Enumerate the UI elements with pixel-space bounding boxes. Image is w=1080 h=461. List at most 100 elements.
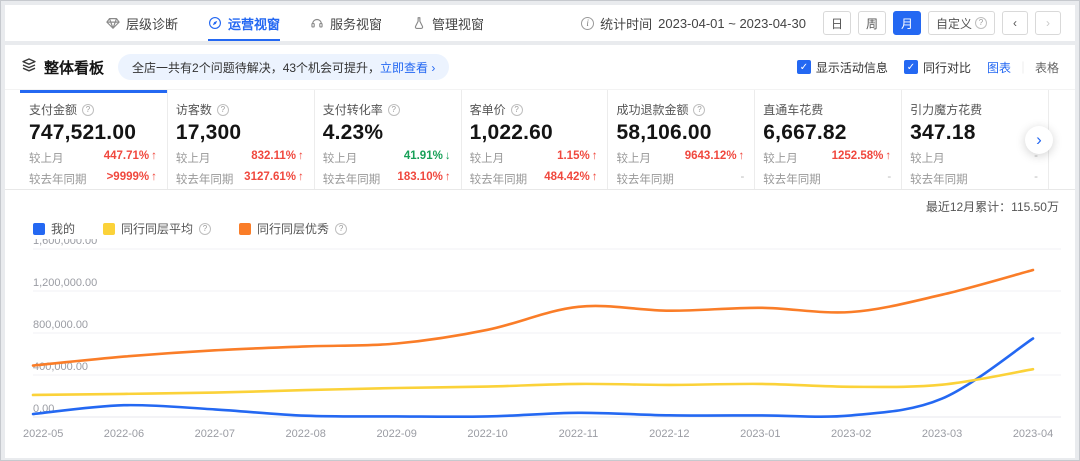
x-axis-label: 2022-08 xyxy=(286,428,326,440)
help-icon: ? xyxy=(388,104,400,116)
legend-label: 同行同层优秀 xyxy=(257,220,329,237)
legend-item-同行同层平均[interactable]: 同行同层平均? xyxy=(103,220,211,237)
yoy-row: 较去年同期- xyxy=(616,171,744,187)
compare-value: 447.71%↑ xyxy=(104,150,157,166)
board-header: 整体看板 全店一共有2个问题待解决，43个机会可提升， 立即查看 › ✓ 显示活… xyxy=(5,45,1075,90)
x-axis-label: 2023-04 xyxy=(1013,428,1053,440)
range-button-月[interactable]: 月 xyxy=(893,11,921,35)
up-arrow-icon: ↑ xyxy=(445,171,451,183)
metric-title-wrap: 成功退款金额? xyxy=(616,101,744,118)
mom-row: 较上月 447.71%↑ xyxy=(29,150,157,166)
legend-swatch-icon xyxy=(103,223,115,235)
compare-label: 较上月 xyxy=(910,150,945,166)
tab-管理视窗[interactable]: 管理视窗 xyxy=(412,5,484,41)
prev-period-button[interactable]: ‹ xyxy=(1002,11,1028,35)
up-arrow-icon: ↑ xyxy=(151,150,157,162)
tab-label: 运营视窗 xyxy=(228,14,280,33)
compare-label: 较上月 xyxy=(616,150,651,166)
metric-card-客单价[interactable]: 客单价? 1,022.60 较上月1.15%↑ 较去年同期484.42%↑ xyxy=(462,90,609,189)
metric-card-访客数[interactable]: 访客数?17,300较上月832.11%↑较去年同期3127.61%↑ xyxy=(168,90,315,189)
up-arrow-icon: ↑ xyxy=(739,150,745,162)
help-icon: ? xyxy=(335,223,347,235)
trend-line-chart[interactable]: 0.00400,000.00800,000.001,200,000.001,60… xyxy=(21,239,1061,453)
metric-title-wrap: 直通车花费 xyxy=(763,101,891,118)
x-axis-label: 2022-12 xyxy=(649,428,689,440)
yoy-row: 较去年同期484.42%↑ xyxy=(470,171,598,187)
stat-time-label-wrap: i 统计时间 2023-04-01 ~ 2023-04-30 xyxy=(581,14,806,33)
series-line-我的 xyxy=(33,339,1033,417)
x-axis-label: 2022-11 xyxy=(559,428,599,440)
metric-value: 1,022.60 xyxy=(470,121,598,145)
metric-title: 支付金额 xyxy=(29,101,77,118)
notice-view-now-link[interactable]: 立即查看 › xyxy=(380,59,435,76)
y-axis-label: 800,000.00 xyxy=(33,319,88,331)
compare-value: 183.10%↑ xyxy=(397,171,450,187)
metric-title: 直通车花费 xyxy=(763,101,823,118)
compare-value: 484.42%↑ xyxy=(544,171,597,187)
tab-运营视窗[interactable]: 运营视窗 xyxy=(208,5,280,41)
range-buttons: 日周 月自定义? xyxy=(823,11,995,35)
help-icon: ? xyxy=(199,223,211,235)
x-axis-label: 2022-06 xyxy=(104,428,144,440)
notice-pill: 全店一共有2个问题待解决，43个机会可提升， 立即查看 › xyxy=(118,54,449,80)
stat-time-group: i 统计时间 2023-04-01 ~ 2023-04-30 日周 月自定义? ‹… xyxy=(581,11,1061,35)
mom-row: 较上月- xyxy=(910,150,1038,166)
metric-card-支付金额[interactable]: 支付金额?747,521.00较上月447.71%↑较去年同期>9999%↑ xyxy=(21,90,168,189)
board-title-wrap: 整体看板 xyxy=(21,57,104,78)
view-tabs: 层级诊断 运营视窗 服务视窗 管理视窗 xyxy=(106,5,514,41)
chart-view-button[interactable]: 图表 xyxy=(987,59,1011,76)
range-button-周[interactable]: 周 xyxy=(858,11,886,35)
layers-icon xyxy=(21,57,37,77)
compare-label: 较去年同期 xyxy=(176,171,234,187)
range-button-日[interactable]: 日 xyxy=(823,11,851,35)
cards-next-button[interactable]: › xyxy=(1025,126,1053,154)
series-line-同行同层优秀 xyxy=(33,270,1033,366)
mom-row: 较上月1.15%↑ xyxy=(470,150,598,166)
checkbox-checked-icon: ✓ xyxy=(797,60,811,74)
compare-label: 较上月 xyxy=(29,150,64,166)
legend-item-同行同层优秀[interactable]: 同行同层优秀? xyxy=(239,220,347,237)
peer-compare-label: 同行对比 xyxy=(923,59,971,76)
compare-value: 832.11%↑ xyxy=(251,150,304,166)
x-axis-label: 2022-10 xyxy=(467,428,507,440)
top-navigation-bar: 层级诊断 运营视窗 服务视窗 管理视窗 i 统计时间 2023-04-01 ~ 202… xyxy=(5,5,1075,41)
x-axis-label: 2022-07 xyxy=(195,428,235,440)
metric-value: 58,106.00 xyxy=(616,121,744,145)
tab-层级诊断[interactable]: 层级诊断 xyxy=(106,5,178,41)
peer-compare-checkbox[interactable]: ✓ 同行对比 xyxy=(904,59,971,76)
board-header-controls: ✓ 显示活动信息 ✓ 同行对比 图表 ｜ 表格 xyxy=(797,59,1059,76)
compare-value: 3127.61%↑ xyxy=(244,171,304,187)
compare-label: 较上月 xyxy=(323,150,358,166)
metric-card-成功退款金额[interactable]: 成功退款金额?58,106.00较上月9643.12%↑较去年同期- xyxy=(608,90,755,189)
tab-label: 管理视窗 xyxy=(432,14,484,33)
compare-value: 41.91%↓ xyxy=(404,150,451,166)
cumulative-label: 最近12月累计： xyxy=(926,200,1011,214)
metric-cards-row: 支付金额?747,521.00较上月447.71%↑较去年同期>9999%↑访客… xyxy=(5,90,1075,190)
metric-title-wrap: 客单价? xyxy=(470,101,598,118)
help-icon: ? xyxy=(217,104,229,116)
legend-label: 我的 xyxy=(51,220,75,237)
next-period-button[interactable]: › xyxy=(1035,11,1061,35)
metric-title-wrap: 引力魔方花费 xyxy=(910,101,1038,118)
metric-card-支付转化率[interactable]: 支付转化率?4.23%较上月41.91%↓较去年同期183.10%↑ xyxy=(315,90,462,189)
compare-value: - xyxy=(740,171,744,187)
cumulative-summary: 最近12月累计：115.50万 xyxy=(21,198,1059,214)
yoy-row: 较去年同期- xyxy=(910,171,1038,187)
range-button-自定义[interactable]: 自定义? xyxy=(928,11,995,35)
cumulative-value: 115.50万 xyxy=(1011,200,1059,214)
metric-card-直通车花费[interactable]: 直通车花费6,667.82较上月1252.58%↑较去年同期- xyxy=(755,90,902,189)
help-icon: ? xyxy=(975,17,987,29)
range-button-label: 月 xyxy=(901,15,913,32)
compass-icon xyxy=(208,16,222,30)
headset-icon xyxy=(310,16,324,30)
table-view-button[interactable]: 表格 xyxy=(1035,59,1059,76)
x-axis-label: 2023-02 xyxy=(831,428,871,440)
tab-label: 服务视窗 xyxy=(330,14,382,33)
tab-服务视窗[interactable]: 服务视窗 xyxy=(310,5,382,41)
x-axis-label: 2023-03 xyxy=(922,428,962,440)
legend-item-我的[interactable]: 我的 xyxy=(33,220,75,237)
range-button-label: 周 xyxy=(866,15,878,32)
overview-panel: 整体看板 全店一共有2个问题待解决，43个机会可提升， 立即查看 › ✓ 显示活… xyxy=(5,45,1075,458)
view-toggle-divider: ｜ xyxy=(1017,59,1029,76)
show-activity-checkbox[interactable]: ✓ 显示活动信息 xyxy=(797,59,888,76)
